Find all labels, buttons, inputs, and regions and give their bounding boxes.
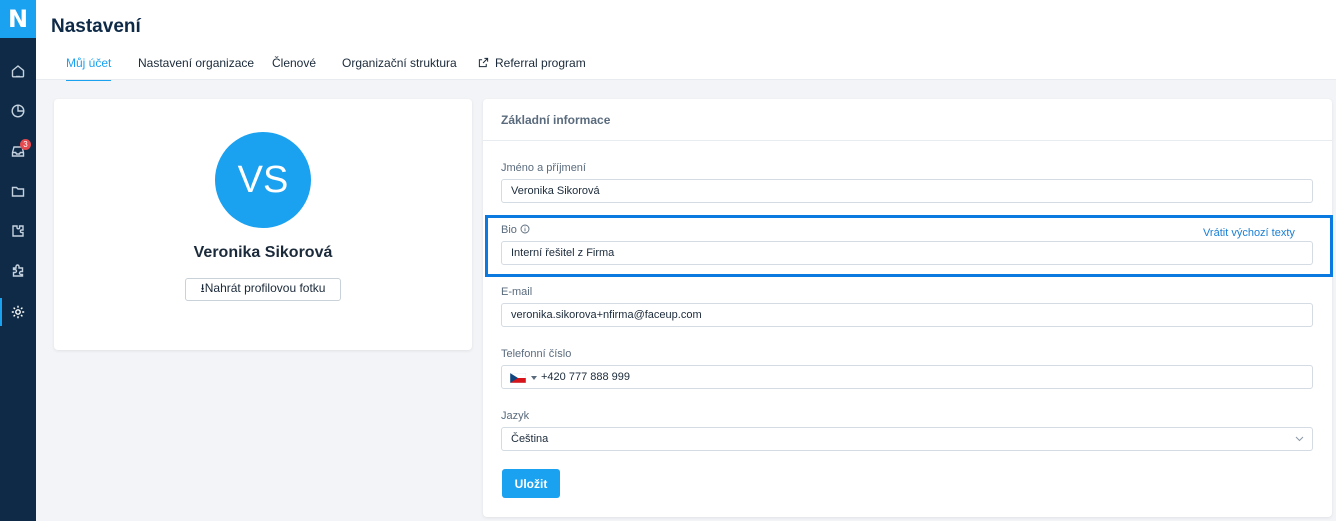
puzzle-gear-icon xyxy=(12,225,24,237)
profile-card: VS Veronika Sikorová ⭳Nahrát profilovou … xyxy=(54,99,472,350)
language-select[interactable]: Čeština xyxy=(501,427,1313,451)
avatar: VS xyxy=(215,132,311,228)
page-header: Nastavení Můj účet Nastavení organizace … xyxy=(36,0,1336,81)
czech-flag-icon[interactable] xyxy=(510,373,526,383)
puzzle-icon xyxy=(12,264,24,277)
external-link-icon xyxy=(478,57,489,68)
tab-organization-settings[interactable]: Nastavení organizace xyxy=(138,56,254,80)
phone-value: +420 777 888 999 xyxy=(541,371,631,383)
info-icon[interactable] xyxy=(520,224,530,234)
chevron-down-icon xyxy=(1295,436,1304,442)
email-label: E-mail xyxy=(501,286,533,298)
language-label: Jazyk xyxy=(501,410,530,422)
bio-label: Bio xyxy=(501,224,530,236)
page-title: Nastavení xyxy=(51,16,141,37)
home-icon xyxy=(11,65,25,78)
app-logo[interactable]: N xyxy=(0,0,36,38)
sidebar-item-integrations[interactable] xyxy=(0,211,36,251)
save-button[interactable]: Uložit xyxy=(502,469,560,498)
pie-chart-icon xyxy=(11,104,25,118)
name-label: Jméno a příjmení xyxy=(501,162,586,174)
tab-my-account[interactable]: Můj účet xyxy=(66,56,112,81)
sidebar-item-addons[interactable] xyxy=(0,251,36,291)
name-input[interactable]: Veronika Sikorová xyxy=(501,179,1313,203)
phone-input[interactable]: +420 777 888 999 xyxy=(501,365,1313,389)
sidebar-item-home[interactable] xyxy=(0,51,36,91)
card-title: Základní informace xyxy=(501,113,611,127)
bio-label-text: Bio xyxy=(501,224,517,236)
reset-default-texts-link[interactable]: Vrátit výchozí texty xyxy=(1203,227,1295,239)
card-header: Základní informace xyxy=(483,99,1332,141)
tab-label: Referral program xyxy=(495,56,586,70)
bio-input[interactable]: Interní řešitel z Firma xyxy=(501,241,1313,265)
profile-name: Veronika Sikorová xyxy=(193,244,333,261)
tab-org-structure[interactable]: Organizační struktura xyxy=(342,56,457,80)
language-value: Čeština xyxy=(511,433,549,445)
tab-referral-program[interactable]: Referral program xyxy=(478,56,586,80)
gear-icon xyxy=(11,305,25,319)
tab-members[interactable]: Členové xyxy=(272,56,316,80)
upload-photo-button[interactable]: ⭳Nahrát profilovou fotku xyxy=(185,278,341,301)
sidebar: N 3 xyxy=(0,0,36,521)
sidebar-item-files[interactable] xyxy=(0,171,36,211)
sidebar-item-reports[interactable] xyxy=(0,91,36,131)
sidebar-item-settings[interactable] xyxy=(0,292,36,332)
country-dropdown-caret[interactable] xyxy=(531,376,537,380)
email-input[interactable]: veronika.sikorova+nfirma@faceup.com xyxy=(501,303,1313,327)
folder-icon xyxy=(11,186,25,197)
sidebar-item-inbox[interactable]: 3 xyxy=(0,131,36,171)
inbox-badge: 3 xyxy=(20,139,31,150)
phone-label: Telefonní číslo xyxy=(501,348,572,360)
basic-info-card: Základní informace Jméno a příjmení Vero… xyxy=(483,99,1333,517)
